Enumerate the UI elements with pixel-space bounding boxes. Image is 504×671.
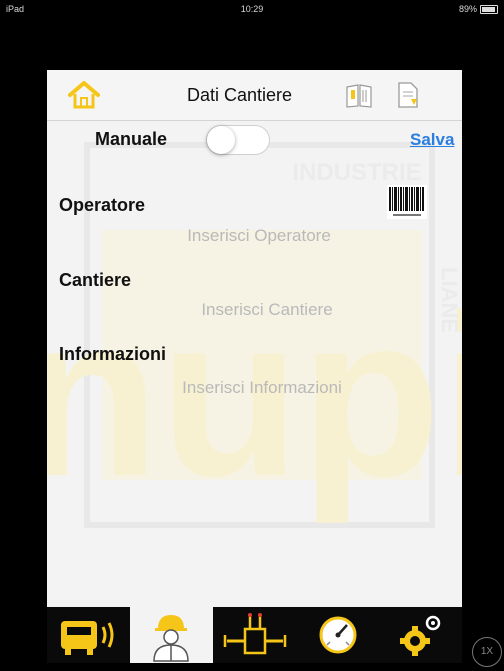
home-icon <box>68 81 100 109</box>
cantiere-input[interactable] <box>147 297 387 323</box>
save-link[interactable]: Salva <box>410 130 454 150</box>
watermark-line2: LIANE <box>437 267 462 333</box>
operatore-label: Operatore <box>59 195 146 215</box>
barcode-scan-button[interactable] <box>387 185 427 219</box>
zoom-badge[interactable]: 1X <box>472 637 502 667</box>
tab-welding-machine[interactable] <box>47 607 130 663</box>
manual-toggle[interactable] <box>206 125 270 155</box>
operator-icon <box>153 615 189 662</box>
clock: 10:29 <box>240 4 264 14</box>
nav-bar: Dati Cantiere <box>47 70 462 121</box>
page-title: Dati Cantiere <box>187 85 293 105</box>
informazioni-input[interactable] <box>127 375 397 401</box>
manual-row: Manuale Salva <box>47 120 462 160</box>
app-window: nupi INDUSTRIE LIANE Dati Cantiere <box>47 70 462 663</box>
toggle-knob <box>207 126 235 154</box>
pipe-fitting-icon <box>223 613 287 655</box>
export-document-button[interactable] <box>393 79 423 111</box>
manual-book-button[interactable] <box>343 79 375 111</box>
informazioni-label: Informazioni <box>59 344 166 364</box>
battery-icon <box>480 4 498 14</box>
tab-settings[interactable] <box>379 607 462 663</box>
operatore-input[interactable] <box>139 223 379 249</box>
settings-gears-icon <box>400 615 441 656</box>
barcode-icon <box>389 187 424 216</box>
tab-operator[interactable] <box>130 607 213 663</box>
manual-label: Manuale <box>95 129 168 149</box>
tab-bar <box>47 607 462 663</box>
document-download-icon <box>398 82 418 108</box>
status-bar: iPad 10:29 89% <box>0 0 504 18</box>
book-icon <box>346 84 372 108</box>
welding-machine-icon <box>61 621 114 655</box>
battery-indicator: 89% <box>459 4 498 14</box>
home-button[interactable] <box>67 80 101 110</box>
tab-pressure-gauge[interactable] <box>296 607 379 663</box>
cantiere-label: Cantiere <box>59 270 132 290</box>
watermark-line1: INDUSTRIE <box>292 159 421 186</box>
tab-pipe-fitting[interactable] <box>213 607 296 663</box>
pressure-gauge-icon <box>319 616 357 654</box>
battery-percent: 89% <box>458 4 477 14</box>
